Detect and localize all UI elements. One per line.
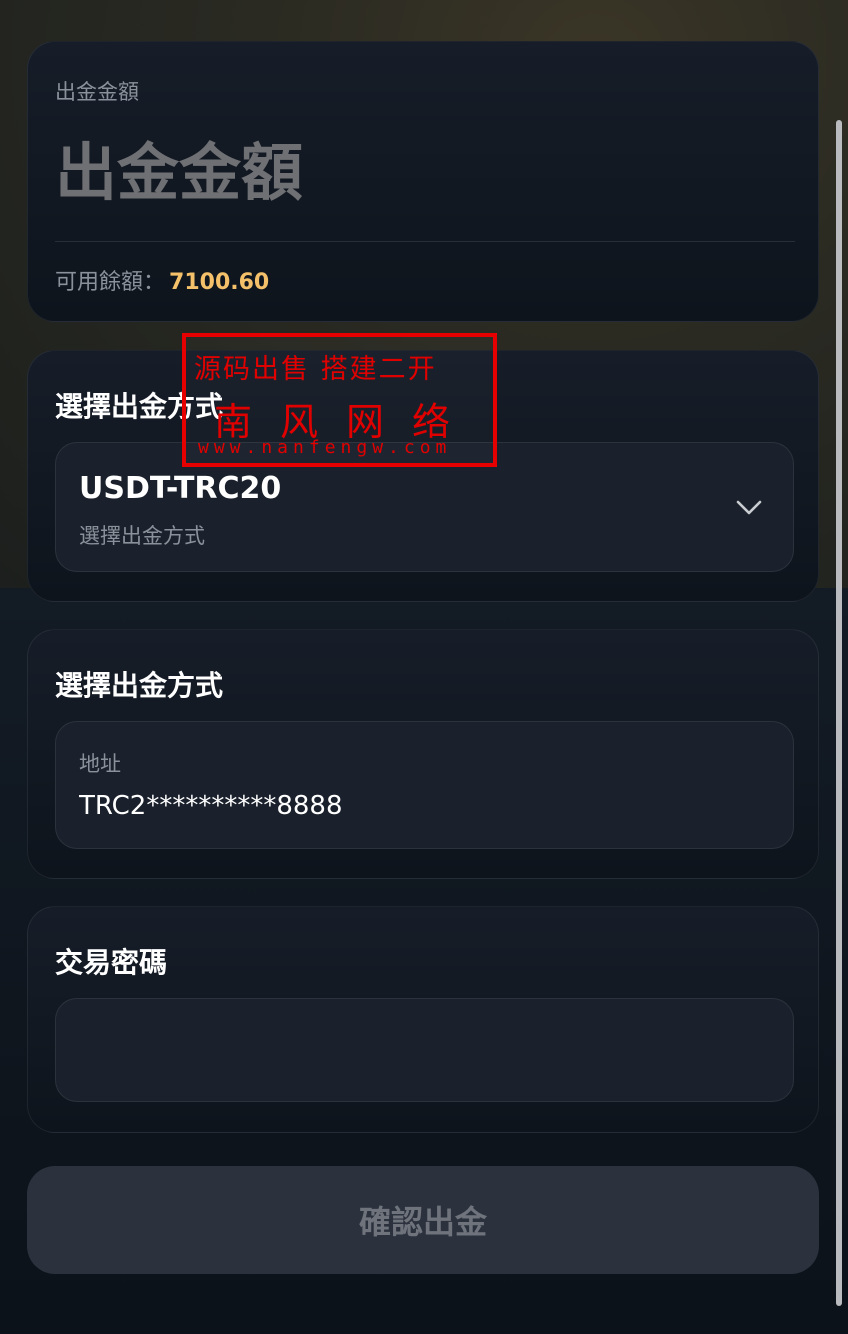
password-field[interactable] xyxy=(55,998,794,1102)
balance-value: 7100.60 xyxy=(169,270,270,295)
balance-row: 可用餘額： 7100.60 xyxy=(55,264,269,296)
amount-label: 出金金額 xyxy=(55,80,139,104)
address-label: 地址 xyxy=(79,752,121,776)
watermark-line3: www.nanfengw.com xyxy=(198,437,452,458)
address-title: 選擇出金方式 xyxy=(55,669,224,702)
address-card: 選擇出金方式 地址 xyxy=(27,629,819,879)
password-card: 交易密碼 xyxy=(27,906,819,1133)
watermark-stamp: 源码出售 搭建二开 南风网络 www.nanfengw.com xyxy=(182,333,497,467)
confirm-withdraw-button[interactable]: 確認出金 xyxy=(27,1166,819,1274)
scrollbar[interactable] xyxy=(836,120,842,1306)
address-input[interactable] xyxy=(79,786,769,826)
password-title: 交易密碼 xyxy=(55,946,168,979)
balance-label: 可用餘額： xyxy=(55,270,166,295)
address-field[interactable]: 地址 xyxy=(55,721,794,849)
chevron-down-icon[interactable] xyxy=(735,493,763,521)
method-selected-value: USDT-TRC20 xyxy=(79,471,282,506)
method-hint: 選擇出金方式 xyxy=(79,524,205,548)
amount-input[interactable] xyxy=(55,130,795,214)
password-input[interactable] xyxy=(79,1029,769,1073)
amount-divider xyxy=(55,241,795,242)
watermark-line1: 源码出售 搭建二开 xyxy=(194,354,437,385)
amount-card: 出金金額 可用餘額：7100.60 xyxy=(27,41,819,322)
